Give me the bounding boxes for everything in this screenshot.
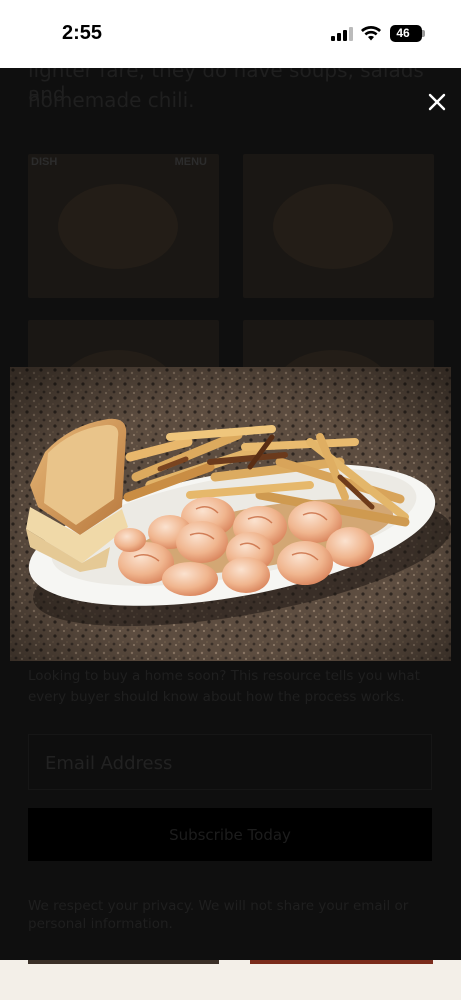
status-time: 2:55 [62,22,103,44]
battery-level: 46 [396,26,410,40]
subscribe-button[interactable]: Subscribe Today [28,808,432,861]
wifi-icon [361,26,381,41]
footer-image-peek [28,960,219,964]
cellular-signal-icon [331,27,353,41]
footer-bar [0,960,461,1000]
email-field-container [28,734,432,790]
status-bar: 2:55 46 [0,0,461,68]
privacy-text: We respect your privacy. We will not sha… [28,898,409,914]
footer-image-peek [250,960,433,964]
privacy-text: personal information. [28,916,173,932]
gallery-thumbnail[interactable]: DISH MENU [28,154,219,298]
newsletter-blurb: Looking to buy a home soon? This resourc… [28,668,420,684]
thumbnail-tag: MENU [174,156,207,168]
battery-icon: 46 [390,25,422,42]
food-photo-illustration [10,367,451,661]
intro-text-line: homemade chili. [28,88,195,112]
newsletter-blurb: every buyer should know about how the pr… [28,689,405,705]
email-field[interactable] [45,751,415,775]
close-icon[interactable] [425,90,449,114]
lightbox-food-photo [10,367,451,661]
gallery-thumbnail[interactable] [243,154,434,298]
thumbnail-tag: DISH [31,156,58,168]
battery-tip [422,30,425,37]
